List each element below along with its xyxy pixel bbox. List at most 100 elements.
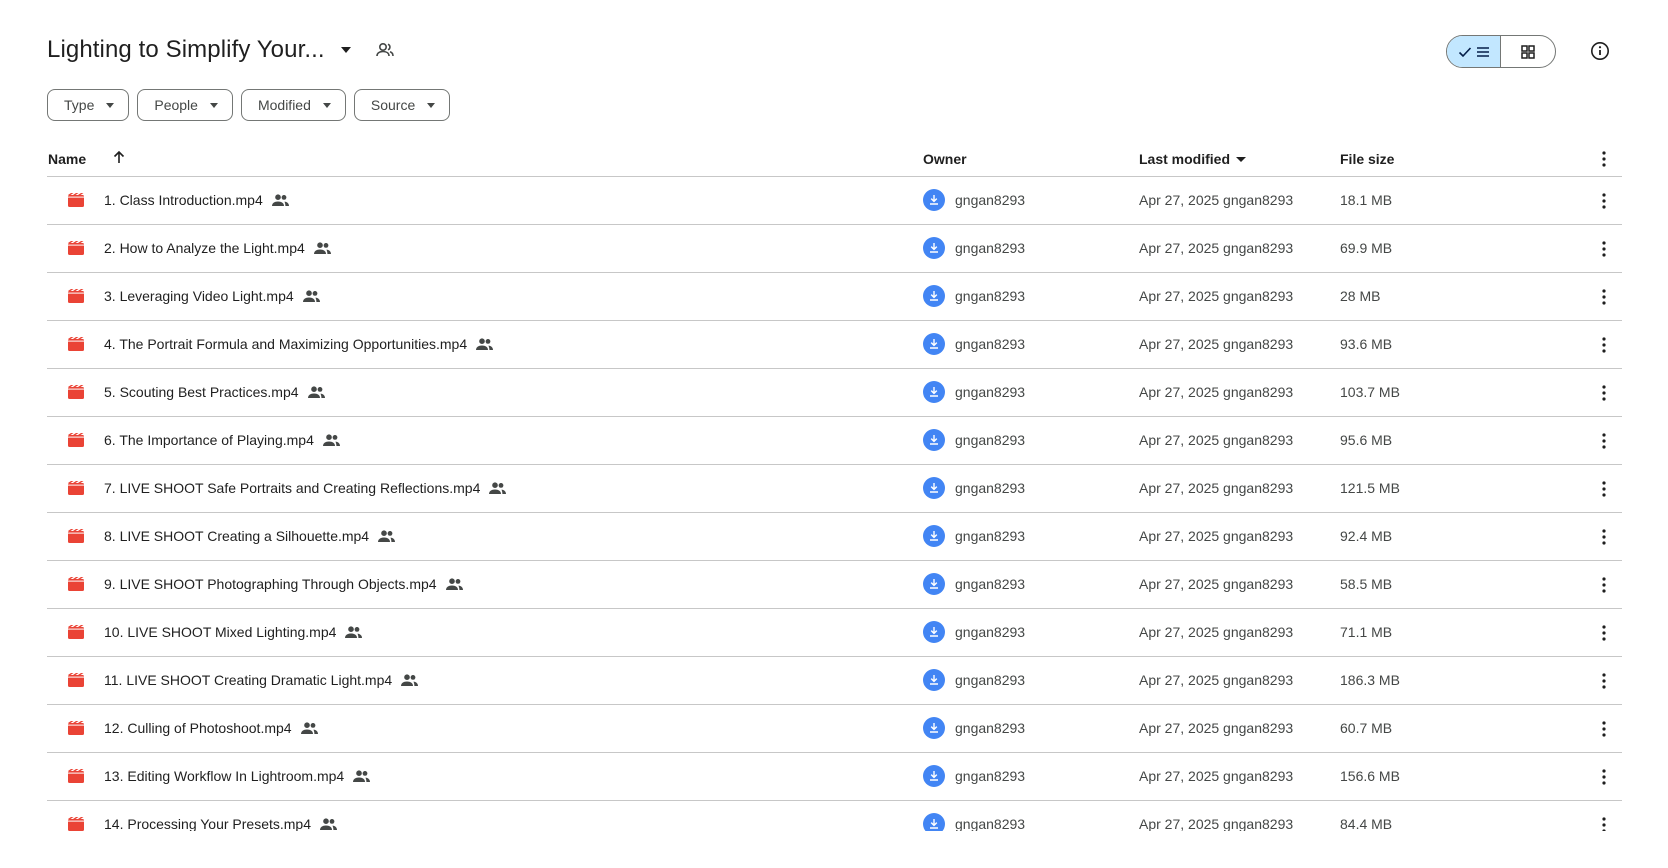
modified-cell: Apr 27, 2025 gngan8293 [1139, 672, 1294, 688]
page-header: Lighting to Simplify Your... [47, 34, 1628, 74]
file-name-cell[interactable]: 12. Culling of Photoshoot.mp4 [104, 720, 318, 736]
table-row[interactable]: 10. LIVE SHOOT Mixed Lighting.mp4 gngan82… [47, 609, 1622, 657]
more-vert-icon[interactable] [1594, 477, 1614, 501]
owner-name: gngan8293 [955, 816, 1026, 831]
owner-name: gngan8293 [955, 432, 1026, 448]
table-row[interactable]: 2. How to Analyze the Light.mp4 gngan8293… [47, 225, 1622, 273]
file-size-cell: 186.3 MB [1340, 672, 1400, 688]
file-name-cell[interactable]: 11. LIVE SHOOT Creating Dramatic Light.m… [104, 672, 419, 688]
file-name-cell[interactable]: 13. Editing Workflow In Lightroom.mp4 [104, 768, 371, 784]
more-vert-icon[interactable] [1594, 147, 1614, 171]
table-row[interactable]: 7. LIVE SHOOT Safe Portraits and Creatin… [47, 465, 1622, 513]
more-vert-icon[interactable] [1594, 285, 1614, 309]
more-vert-icon[interactable] [1594, 765, 1614, 789]
info-button[interactable] [1588, 39, 1612, 63]
owner-name: gngan8293 [955, 336, 1026, 352]
file-name-cell[interactable]: 10. LIVE SHOOT Mixed Lighting.mp4 [104, 624, 363, 640]
owner-name: gngan8293 [955, 192, 1026, 208]
more-vert-icon[interactable] [1594, 621, 1614, 645]
file-name-cell[interactable]: 14. Processing Your Presets.mp4 [104, 816, 338, 831]
caret-down-icon [106, 102, 115, 108]
file-name-cell[interactable]: 6. The Importance of Playing.mp4 [104, 432, 340, 448]
download-avatar-icon [923, 381, 945, 403]
filter-chips: Type People Modified Source [47, 89, 451, 121]
owner-cell: gngan8293 [923, 477, 1025, 499]
shared-people-icon [313, 242, 331, 254]
owner-name: gngan8293 [955, 576, 1026, 592]
modified-cell: Apr 27, 2025 gngan8293 [1139, 336, 1294, 352]
table-row[interactable]: 8. LIVE SHOOT Creating a Silhouette.mp4 g… [47, 513, 1622, 561]
more-vert-icon[interactable] [1594, 333, 1614, 357]
column-header-file-size[interactable]: File size [1340, 151, 1394, 167]
shared-folder-icon[interactable] [375, 40, 395, 60]
more-vert-icon[interactable] [1594, 573, 1614, 597]
file-name-cell[interactable]: 7. LIVE SHOOT Safe Portraits and Creatin… [104, 480, 507, 496]
file-name: 12. Culling of Photoshoot.mp4 [104, 720, 292, 736]
file-name: 8. LIVE SHOOT Creating a Silhouette.mp4 [104, 528, 370, 544]
filter-source-chip[interactable]: Source [353, 89, 451, 121]
owner-cell: gngan8293 [923, 333, 1025, 355]
file-name-cell[interactable]: 8. LIVE SHOOT Creating a Silhouette.mp4 [104, 528, 396, 544]
table-row[interactable]: 5. Scouting Best Practices.mp4 gngan8293 A… [47, 369, 1622, 417]
modified-cell: Apr 27, 2025 gngan8293 [1139, 624, 1294, 640]
list-view-button[interactable] [1447, 36, 1502, 67]
folder-title-menu[interactable]: Lighting to Simplify Your... [47, 36, 395, 64]
shared-people-icon [320, 818, 338, 830]
shared-people-icon [271, 194, 289, 206]
owner-cell: gngan8293 [923, 381, 1025, 403]
video-file-icon [68, 241, 84, 255]
sort-ascending-icon[interactable] [109, 147, 129, 167]
owner-cell: gngan8293 [923, 285, 1025, 307]
file-name-cell[interactable]: 3. Leveraging Video Light.mp4 [104, 288, 320, 304]
table-row[interactable]: 14. Processing Your Presets.mp4 gngan8293… [47, 801, 1622, 831]
video-file-icon [68, 385, 84, 399]
file-name-cell[interactable]: 4. The Portrait Formula and Maximizing O… [104, 336, 494, 352]
more-vert-icon[interactable] [1594, 717, 1614, 741]
table-row[interactable]: 11. LIVE SHOOT Creating Dramatic Light.m… [47, 657, 1622, 705]
shared-people-icon [401, 674, 419, 686]
file-name: 13. Editing Workflow In Lightroom.mp4 [104, 768, 345, 784]
video-file-icon [68, 193, 84, 207]
shared-people-icon [322, 434, 340, 446]
more-vert-icon[interactable] [1594, 525, 1614, 549]
table-row[interactable]: 1. Class Introduction.mp4 gngan8293 Apr 27… [47, 177, 1622, 225]
column-header-name[interactable]: Name [48, 151, 86, 167]
column-header-owner[interactable]: Owner [923, 151, 967, 167]
more-vert-icon[interactable] [1594, 381, 1614, 405]
more-vert-icon[interactable] [1594, 813, 1614, 831]
more-vert-icon[interactable] [1594, 237, 1614, 261]
table-row[interactable]: 3. Leveraging Video Light.mp4 gngan8293 Ap… [47, 273, 1622, 321]
table-row[interactable]: 9. LIVE SHOOT Photographing Through Obje… [47, 561, 1622, 609]
info-icon [1591, 42, 1609, 60]
table-row[interactable]: 4. The Portrait Formula and Maximizing O… [47, 321, 1622, 369]
video-file-icon [68, 289, 84, 303]
more-vert-icon[interactable] [1594, 669, 1614, 693]
file-size-cell: 95.6 MB [1340, 432, 1393, 448]
owner-name: gngan8293 [955, 240, 1026, 256]
download-avatar-icon [923, 285, 945, 307]
file-name-cell[interactable]: 5. Scouting Best Practices.mp4 [104, 384, 325, 400]
file-name-cell[interactable]: 9. LIVE SHOOT Photographing Through Obje… [104, 576, 463, 592]
table-row[interactable]: 6. The Importance of Playing.mp4 gngan829… [47, 417, 1622, 465]
grid-view-button[interactable] [1501, 36, 1555, 67]
file-name-cell[interactable]: 1. Class Introduction.mp4 [104, 192, 289, 208]
download-avatar-icon [923, 429, 945, 451]
more-vert-icon[interactable] [1594, 189, 1614, 213]
column-header-last-modified[interactable]: Last modified [1139, 151, 1247, 167]
table-row[interactable]: 12. Culling of Photoshoot.mp4 gngan8293 Ap… [47, 705, 1622, 753]
filter-type-chip[interactable]: Type [47, 89, 130, 121]
modified-cell: Apr 27, 2025 gngan8293 [1139, 480, 1294, 496]
shared-people-icon [300, 722, 318, 734]
filter-modified-chip[interactable]: Modified [240, 89, 346, 121]
file-name-cell[interactable]: 2. How to Analyze the Light.mp4 [104, 240, 331, 256]
video-file-icon [68, 529, 84, 543]
video-file-icon [68, 481, 84, 495]
filter-people-chip[interactable]: People [137, 89, 233, 121]
more-vert-icon[interactable] [1594, 429, 1614, 453]
modified-cell: Apr 27, 2025 gngan8293 [1139, 384, 1294, 400]
video-file-icon [68, 577, 84, 591]
file-size-cell: 92.4 MB [1340, 528, 1393, 544]
shared-people-icon [302, 290, 320, 302]
table-row[interactable]: 13. Editing Workflow In Lightroom.mp4 gng… [47, 753, 1622, 801]
owner-cell: gngan8293 [923, 429, 1025, 451]
